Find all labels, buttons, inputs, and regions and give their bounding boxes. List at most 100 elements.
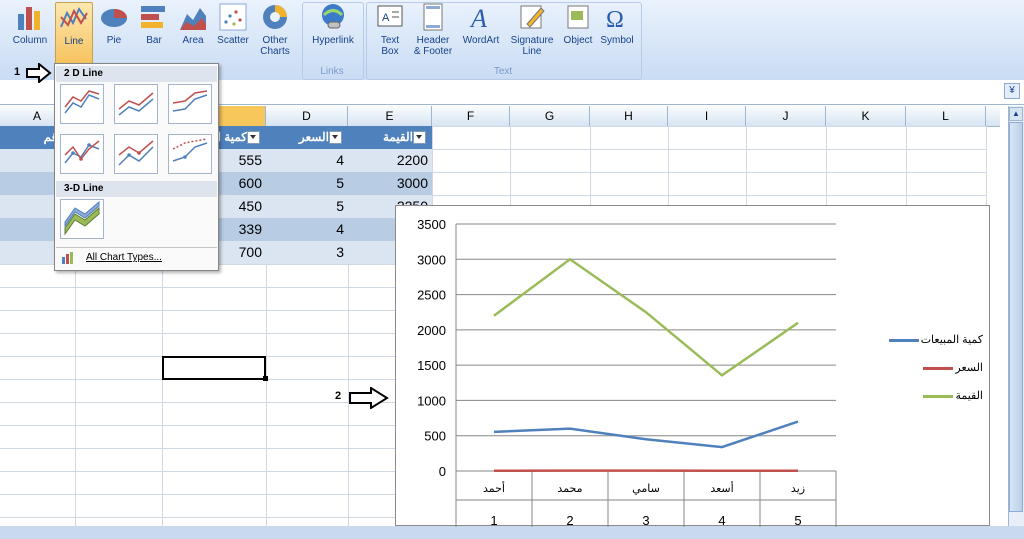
column-header-l[interactable]: L [906, 106, 986, 126]
line-chart-subtype-6[interactable] [168, 134, 212, 174]
line-chart[interactable]: 0 500 1000 1500 2000 2500 3000 3500 أحمد 1 محمد 2 سا… [395, 205, 990, 527]
column-header-h[interactable]: H [590, 106, 668, 126]
line-chart-subtype-7[interactable] [60, 199, 104, 239]
line-chart-icon [60, 6, 88, 28]
bar-chart-icon [141, 6, 165, 28]
svg-text:A: A [382, 12, 390, 24]
column-header-e[interactable]: E [348, 106, 432, 126]
table-cell[interactable]: 2200 [348, 149, 432, 172]
line-subtype-icon [64, 90, 100, 114]
filter-dropdown-icon[interactable] [329, 131, 342, 145]
line-chart-menu: 2 D Line 3-D Line All Chart Types... [54, 63, 219, 271]
button-label-line2: Charts [260, 46, 290, 57]
button-label: Text [380, 35, 400, 46]
header-cell-value[interactable]: القيمة [348, 126, 432, 149]
expand-formula-bar-icon[interactable]: ¥ [1004, 83, 1020, 99]
line-chart-subtype-3[interactable] [168, 84, 212, 124]
filter-dropdown-icon[interactable] [413, 131, 426, 145]
textbox-button[interactable]: A Text Box [372, 2, 408, 62]
fill-handle[interactable] [263, 376, 268, 381]
header-footer-icon [423, 3, 443, 31]
x-category-label: زيد [791, 482, 805, 495]
symbol-icon: Ω [606, 7, 624, 32]
menu-section-2d-line: 2 D Line [56, 66, 217, 82]
column-header-i[interactable]: I [668, 106, 746, 126]
column-button[interactable]: Column [8, 2, 52, 62]
column-chart-icon [18, 7, 40, 30]
hyperlink-button[interactable]: Hyperlink [308, 2, 358, 62]
symbol-button[interactable]: Ω Symbol [598, 2, 636, 62]
y-tick-label: 2500 [417, 288, 446, 303]
pie-button[interactable]: Pie [96, 2, 132, 62]
table-cell[interactable]: 4 [266, 149, 348, 172]
y-tick-label: 1500 [417, 358, 446, 373]
series-line [493, 257, 799, 377]
filter-dropdown-icon[interactable] [247, 131, 260, 145]
column-header-d[interactable]: D [266, 106, 348, 126]
line-button[interactable]: Line [55, 2, 93, 64]
all-chart-types-link[interactable]: All Chart Types... [56, 247, 217, 267]
menu-section-3d-line: 3-D Line [56, 181, 217, 197]
x-category-number: 3 [642, 513, 649, 527]
x-category-label: أحمد [483, 481, 505, 495]
bar-button[interactable]: Bar [136, 2, 172, 62]
table-cell[interactable]: 3 [266, 241, 348, 264]
button-label-line2: Line [522, 46, 542, 57]
svg-text:A: A [469, 4, 487, 32]
line-chart-subtype-2[interactable] [114, 84, 158, 124]
legend-label: السعر [955, 362, 983, 374]
pie-chart-icon [101, 9, 127, 27]
object-icon [567, 5, 589, 29]
bar-chart-icon [62, 252, 73, 264]
legend-swatch [923, 394, 954, 398]
area-button[interactable]: Area [175, 2, 211, 62]
y-tick-label: 1000 [417, 393, 446, 408]
scrollbar-thumb[interactable] [1009, 122, 1023, 512]
x-category-label: أسعد [710, 481, 733, 495]
hyperlink-icon [322, 4, 344, 29]
legend-swatch [888, 338, 919, 342]
table-cell[interactable]: 5 [266, 195, 348, 218]
table-cell[interactable]: 4 [266, 218, 348, 241]
line-subtype-icon [118, 140, 154, 166]
line-chart-subtype-4[interactable] [60, 134, 104, 174]
legend-entry: القيمة [851, 389, 983, 402]
line-subtype-icon [172, 90, 208, 112]
line-chart-subtype-1[interactable] [60, 84, 104, 124]
button-label: Signature [510, 35, 554, 46]
other-button[interactable]: Other Charts [255, 2, 295, 62]
wordart-icon: A [469, 4, 487, 32]
line-subtype-icon [118, 92, 154, 116]
x-category-label: سامي [632, 482, 660, 495]
column-header-f[interactable]: F [432, 106, 510, 126]
status-strip [0, 526, 1024, 539]
button-label: Bar [146, 35, 162, 46]
column-header-j[interactable]: J [746, 106, 826, 126]
signature-button[interactable]: Signature Line [506, 2, 558, 62]
scatter-button[interactable]: Scatter [213, 2, 253, 62]
object-button[interactable]: Object [560, 2, 596, 62]
column-header-k[interactable]: K [826, 106, 906, 126]
text-group-label: Text [493, 66, 513, 77]
y-tick-label: 3500 [417, 217, 446, 232]
arrow-right-icon [349, 387, 389, 409]
header-button[interactable]: Header & Footer [410, 2, 456, 62]
links-group-label: Links [320, 66, 344, 77]
legend-label: القيمة [955, 390, 983, 402]
table-cell[interactable]: 5 [266, 172, 348, 195]
button-label: Line [64, 36, 84, 47]
table-cell[interactable]: 3000 [348, 172, 432, 195]
wordart-button[interactable]: A WordArt [458, 2, 504, 62]
button-label: Area [182, 35, 204, 46]
button-label: WordArt [462, 35, 500, 46]
header-cell-price[interactable]: السعر [266, 126, 348, 149]
y-tick-label: 2000 [417, 323, 446, 338]
area-chart-icon [180, 8, 206, 30]
scroll-up-arrow-icon[interactable]: ▲ [1009, 107, 1023, 121]
column-header-g[interactable]: G [510, 106, 590, 126]
y-tick-label: 500 [424, 429, 446, 444]
active-cell[interactable] [162, 356, 266, 380]
line-chart-subtype-5[interactable] [114, 134, 158, 174]
x-category-number: 1 [490, 513, 497, 527]
x-category-number: 2 [566, 513, 573, 527]
